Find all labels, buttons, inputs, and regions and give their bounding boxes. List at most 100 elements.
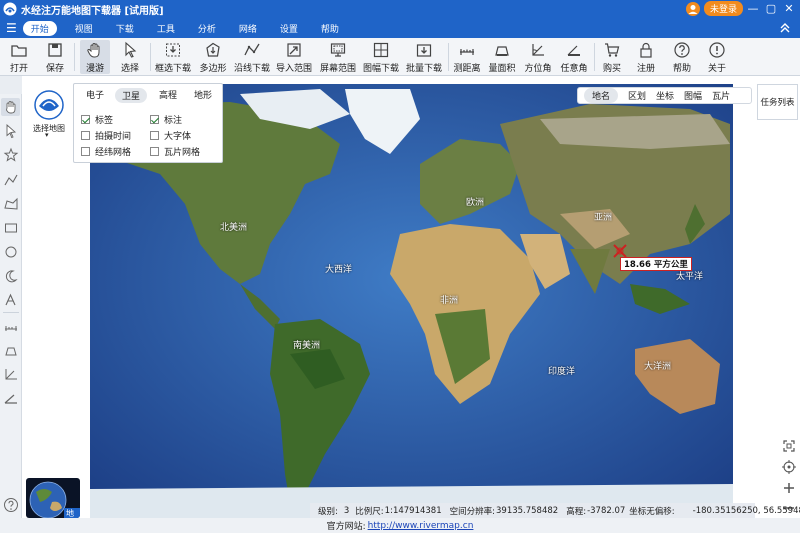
tab-place-name[interactable]: 地名 <box>584 88 619 103</box>
crescent-draw-icon[interactable] <box>3 268 19 284</box>
menu-help[interactable]: 帮助 <box>321 22 339 35</box>
box-download-icon <box>166 43 180 57</box>
task-list-button[interactable]: 任务列表 <box>757 84 798 120</box>
help-circle-icon[interactable] <box>3 497 19 513</box>
tab-terrain[interactable]: 地形 <box>194 88 212 101</box>
checkbox[interactable] <box>81 115 90 124</box>
menu-settings[interactable]: 设置 <box>280 22 298 35</box>
menu-download[interactable]: 下载 <box>116 22 134 35</box>
menu-analysis[interactable]: 分析 <box>198 22 216 35</box>
cart-icon <box>605 43 620 57</box>
toolbar-divider <box>448 43 449 71</box>
tab-electronic[interactable]: 电子 <box>86 88 104 101</box>
collapse-ribbon-icon[interactable] <box>780 23 790 33</box>
title-bar: 水经注万能地图下载器 [试用版] 未登录 — ▢ ✕ <box>0 0 800 18</box>
tab-division[interactable]: 区划 <box>628 89 646 102</box>
toolbar-divider <box>594 43 595 71</box>
menu-network[interactable]: 网络 <box>239 22 257 35</box>
rectangle-draw-icon[interactable] <box>3 220 19 236</box>
measure-area-button[interactable]: 量面积 <box>487 40 517 74</box>
zoom-in-icon[interactable] <box>781 480 797 496</box>
map-label-asia: 亚洲 <box>594 213 613 223</box>
fullscreen-icon[interactable] <box>781 438 797 454</box>
hand-icon <box>87 43 100 58</box>
angle-icon[interactable] <box>3 390 19 406</box>
ribbon-toolbar: 打开 保存 漫游 选择 框选下载 多边形 沿线下载 导入范围 屏幕范围 图幅下载… <box>0 38 800 76</box>
globe-thumbnail[interactable]: 地球 <box>26 478 80 518</box>
checkbox[interactable] <box>150 147 159 156</box>
screen-range-button[interactable]: 屏幕范围 <box>320 40 356 74</box>
tab-satellite[interactable]: 卫星 <box>115 88 148 103</box>
checkbox[interactable] <box>150 115 159 124</box>
pointer-icon[interactable] <box>3 123 19 139</box>
option-large-font[interactable]: 大字体 <box>150 129 191 142</box>
map-label-europe: 欧洲 <box>466 198 485 208</box>
website-link[interactable]: http://www.rivermap.cn <box>368 521 474 531</box>
option-graticule[interactable]: 经纬网格 <box>81 145 131 158</box>
option-annotations[interactable]: 标注 <box>150 113 182 126</box>
tab-elevation[interactable]: 高程 <box>159 88 177 101</box>
menu-start[interactable]: 开始 <box>22 20 57 36</box>
tab-coordinate[interactable]: 坐标 <box>656 89 674 102</box>
menu-view[interactable]: 视图 <box>75 22 93 35</box>
ruler-icon[interactable] <box>3 318 19 334</box>
batch-download-icon <box>416 44 432 57</box>
polygon-download-button[interactable]: 多边形 <box>198 40 228 74</box>
option-tile-grid[interactable]: 瓦片网格 <box>150 145 200 158</box>
layer-switch-button[interactable]: 选择地图 ▾ <box>31 88 67 139</box>
sheet-download-button[interactable]: 图幅下载 <box>362 40 400 74</box>
maximize-button[interactable]: ▢ <box>764 2 778 16</box>
left-toolbar-divider <box>3 312 19 313</box>
batch-download-button[interactable]: 批量下载 <box>406 40 442 74</box>
footer: 官方网站: http://www.rivermap.cn <box>0 518 800 533</box>
text-draw-icon[interactable] <box>3 292 19 308</box>
measure-distance-button[interactable]: 测距离 <box>453 40 481 74</box>
minimize-button[interactable]: — <box>746 2 760 16</box>
about-button[interactable]: 关于 <box>704 40 730 74</box>
circle-draw-icon[interactable] <box>3 244 19 260</box>
register-button[interactable]: 注册 <box>633 40 659 74</box>
search-tabs: 地名 区划 坐标 图幅 瓦片 <box>577 87 752 104</box>
azimuth-button[interactable]: 方位角 <box>523 40 553 74</box>
close-button[interactable]: ✕ <box>782 2 796 16</box>
help-button[interactable]: 帮助 <box>669 40 695 74</box>
status-bar: 级别: 3 比例尺: 1:147914381 空间分辨率: 39135.7584… <box>310 503 800 518</box>
hand-icon[interactable] <box>3 99 19 115</box>
line-draw-icon[interactable] <box>3 172 19 188</box>
azimuth-icon[interactable] <box>3 366 19 382</box>
checkbox[interactable] <box>150 131 159 140</box>
arbitrary-angle-button[interactable]: 任意角 <box>559 40 589 74</box>
menu-tools[interactable]: 工具 <box>157 22 175 35</box>
save-icon <box>48 43 62 57</box>
login-badge[interactable]: 未登录 <box>704 1 744 16</box>
buy-button[interactable]: 购买 <box>599 40 625 74</box>
import-range-button[interactable]: 导入范围 <box>276 40 312 74</box>
folder-open-icon <box>11 45 27 57</box>
screen-range-icon <box>330 43 346 57</box>
sheet-download-icon <box>373 42 389 58</box>
checkbox[interactable] <box>81 131 90 140</box>
open-button[interactable]: 打开 <box>6 40 32 74</box>
star-draw-icon[interactable] <box>3 147 19 163</box>
pan-button[interactable]: 漫游 <box>80 40 110 74</box>
option-labels[interactable]: 标签 <box>81 113 113 126</box>
zoom-level: 3 <box>343 505 350 516</box>
tab-sheet[interactable]: 图幅 <box>684 89 702 102</box>
polygon-draw-icon[interactable] <box>3 196 19 212</box>
chevron-down-icon: ▾ <box>45 131 49 139</box>
lock-icon <box>640 42 652 58</box>
pointer-icon <box>125 41 137 58</box>
area-icon[interactable] <box>3 342 19 358</box>
save-button[interactable]: 保存 <box>42 40 68 74</box>
select-button[interactable]: 选择 <box>116 40 144 74</box>
locate-icon[interactable] <box>781 459 797 475</box>
tab-tile[interactable]: 瓦片 <box>712 89 730 102</box>
hamburger-icon[interactable]: ☰ <box>6 22 17 34</box>
checkbox[interactable] <box>81 147 90 156</box>
import-range-icon <box>287 43 301 57</box>
box-download-button[interactable]: 框选下载 <box>155 40 191 74</box>
coordinate-value: -180.35156250, 56.55948248 <box>692 505 800 516</box>
option-capture-time[interactable]: 拍摄时间 <box>81 129 131 142</box>
user-area[interactable]: 未登录 <box>686 1 744 16</box>
polyline-download-button[interactable]: 沿线下载 <box>234 40 270 74</box>
